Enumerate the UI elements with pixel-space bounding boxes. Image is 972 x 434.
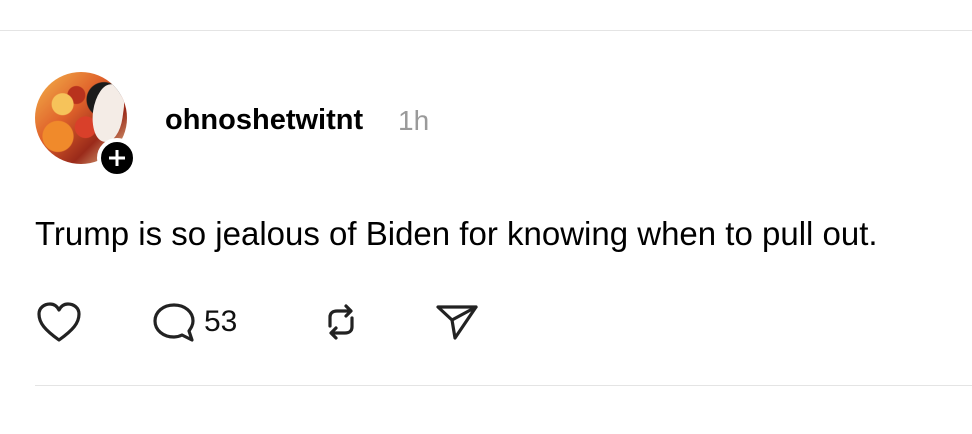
- top-divider: [0, 30, 972, 31]
- reply-count: 53: [204, 305, 238, 338]
- repost-button[interactable]: [317, 300, 365, 344]
- author-avatar-container[interactable]: [35, 72, 137, 178]
- like-button[interactable]: [35, 300, 83, 344]
- follow-plus-icon[interactable]: [97, 138, 137, 178]
- reply-button[interactable]: 53: [150, 300, 237, 344]
- post-author-username[interactable]: ohnoshetwitnt: [165, 104, 363, 137]
- post-body-text: Trump is so jealous of Biden for knowing…: [35, 215, 878, 252]
- share-button[interactable]: [433, 300, 481, 344]
- heart-icon: [35, 300, 83, 344]
- repost-arrows-icon: [317, 300, 365, 344]
- post-timestamp: 1h: [398, 105, 430, 136]
- bottom-divider: [35, 385, 972, 386]
- send-icon: [433, 300, 481, 344]
- avatar-face-shape: [89, 82, 127, 144]
- speech-bubble-icon: [150, 300, 198, 344]
